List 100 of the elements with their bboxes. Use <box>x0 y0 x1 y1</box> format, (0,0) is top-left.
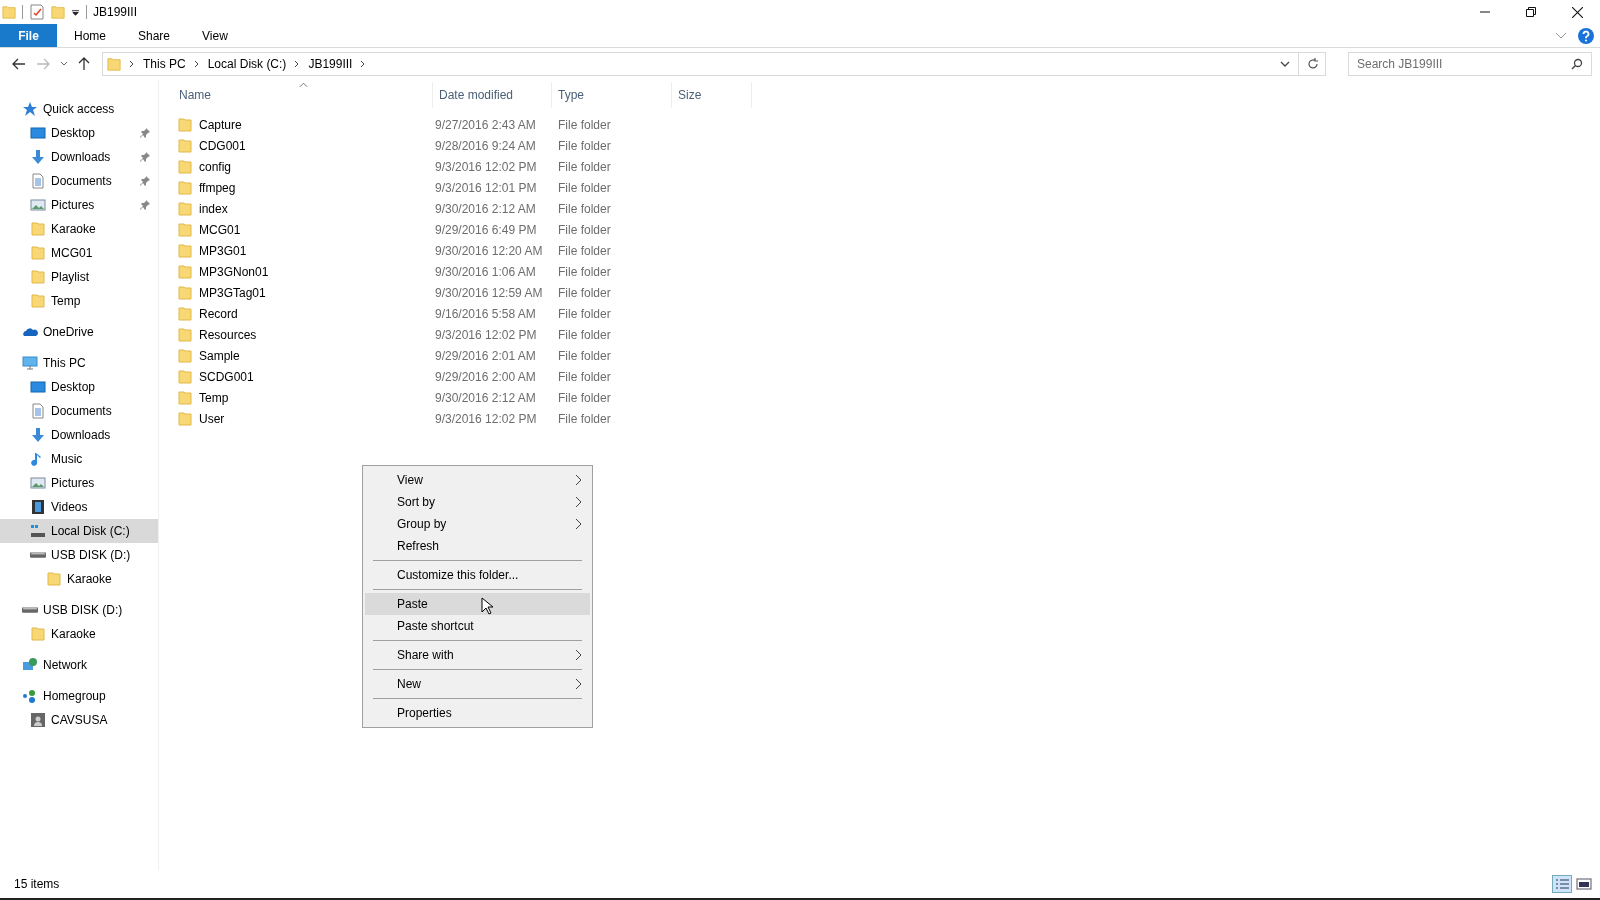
chevron-right-icon[interactable] <box>294 60 301 68</box>
sidebar-item[interactable]: Local Disk (C:) <box>0 519 158 543</box>
refresh-icon[interactable] <box>1307 58 1319 70</box>
sidebar-item[interactable]: This PC <box>0 351 158 375</box>
file-name[interactable]: Capture <box>199 117 242 132</box>
expand-ribbon-icon[interactable] <box>1556 32 1566 39</box>
ribbon-tab[interactable]: Home <box>59 24 121 47</box>
recent-caret-icon[interactable] <box>60 61 68 67</box>
file-name[interactable]: CDG001 <box>199 138 246 153</box>
folder-icon <box>177 200 193 217</box>
file-name[interactable]: Sample <box>199 348 240 363</box>
menu-item[interactable]: Group by <box>365 513 590 535</box>
folder-icon <box>177 305 193 322</box>
sidebar-item[interactable]: OneDrive <box>0 320 158 344</box>
date-cell: 9/16/2016 5:58 AM <box>435 306 536 321</box>
sidebar-item[interactable]: Karaoke <box>0 622 158 646</box>
file-name[interactable]: Resources <box>199 327 257 342</box>
menu-item[interactable]: View <box>365 469 590 491</box>
sidebar-item[interactable]: Homegroup <box>0 684 158 708</box>
sidebar-item[interactable]: USB DISK (D:) <box>0 598 158 622</box>
search-icon[interactable] <box>1571 58 1583 70</box>
up-arrow-icon[interactable] <box>78 57 90 71</box>
file-name[interactable]: Record <box>199 306 238 321</box>
file-name[interactable]: Temp <box>199 390 229 405</box>
address-bar[interactable]: This PC Local Disk (C:) JB199III <box>102 52 1326 76</box>
chevron-right-icon[interactable] <box>129 60 135 68</box>
sidebar-item[interactable]: Desktop <box>0 375 158 399</box>
menu-item[interactable]: New <box>365 673 590 695</box>
menu-item[interactable]: Share with <box>365 644 590 666</box>
chevron-right-icon[interactable] <box>193 60 200 68</box>
drive-icon <box>22 607 38 613</box>
column-header[interactable]: Name <box>173 82 433 108</box>
menu-item[interactable]: Customize this folder... <box>365 564 590 586</box>
file-name[interactable]: User <box>199 411 225 426</box>
column-header[interactable]: Size <box>672 82 752 108</box>
folder-icon <box>107 56 121 72</box>
sidebar-item[interactable]: Quick access <box>0 97 158 121</box>
sidebar-item[interactable]: Pictures <box>0 193 158 217</box>
sidebar-item[interactable]: Downloads <box>0 423 158 447</box>
desktop-icon <box>30 379 46 395</box>
sidebar-item[interactable]: CAVSUSA <box>0 708 158 732</box>
column-header[interactable]: Type <box>552 82 672 108</box>
back-arrow-icon[interactable] <box>12 58 26 70</box>
breadcrumb[interactable]: JB199III <box>308 57 353 71</box>
type-cell: File folder <box>558 306 611 321</box>
sidebar-item[interactable]: Documents <box>0 399 158 423</box>
menu-item[interactable]: Paste <box>365 593 590 615</box>
menu-item[interactable]: Refresh <box>365 535 590 557</box>
file-name[interactable]: index <box>199 201 228 216</box>
folder-icon <box>177 221 193 238</box>
sidebar-item[interactable]: Temp <box>0 289 158 313</box>
sidebar-item[interactable]: Documents <box>0 169 158 193</box>
large-icons-view-icon[interactable] <box>1576 877 1592 891</box>
chevron-right-icon[interactable] <box>360 60 367 68</box>
user-silhouette-icon <box>30 712 46 728</box>
close-icon[interactable] <box>1571 6 1583 18</box>
homegroup-icon <box>22 688 38 704</box>
file-tab[interactable]: File <box>0 24 57 47</box>
breadcrumb[interactable]: This PC <box>143 57 186 71</box>
help-icon[interactable] <box>1578 27 1594 44</box>
pin-icon[interactable] <box>140 128 150 138</box>
folder-icon <box>177 179 193 196</box>
sidebar-item[interactable]: Pictures <box>0 471 158 495</box>
menu-item[interactable]: Sort by <box>365 491 590 513</box>
column-header[interactable]: Date modified <box>433 82 552 108</box>
file-name[interactable]: ffmpeg <box>199 180 236 195</box>
type-cell: File folder <box>558 180 611 195</box>
file-name[interactable]: config <box>199 159 232 174</box>
dropdown-caret-icon[interactable] <box>71 7 80 17</box>
menu-item[interactable]: Properties <box>365 702 590 724</box>
pin-icon[interactable] <box>140 152 150 162</box>
history-caret-icon[interactable] <box>1280 61 1290 67</box>
pin-icon[interactable] <box>140 200 150 210</box>
sidebar-item[interactable]: Downloads <box>0 145 158 169</box>
file-name[interactable]: MP3GTag01 <box>199 285 266 300</box>
sidebar-item[interactable]: Music <box>0 447 158 471</box>
download-arrow-icon <box>30 149 46 165</box>
folder-icon <box>30 626 46 642</box>
file-name[interactable]: MP3GNon01 <box>199 264 269 279</box>
picture-icon <box>30 197 46 213</box>
ribbon-tab[interactable]: View <box>187 24 243 47</box>
menu-item[interactable]: Paste shortcut <box>365 615 590 637</box>
file-name[interactable]: MCG01 <box>199 222 241 237</box>
file-name[interactable]: SCDG001 <box>199 369 254 384</box>
sidebar-item[interactable]: Desktop <box>0 121 158 145</box>
sidebar-item[interactable]: Playlist <box>0 265 158 289</box>
properties-checklist-icon[interactable] <box>29 4 45 20</box>
sidebar-item[interactable]: USB DISK (D:) <box>0 543 158 567</box>
search-field[interactable]: Search JB199III <box>1348 52 1592 76</box>
pin-icon[interactable] <box>140 176 150 186</box>
file-name[interactable]: MP3G01 <box>199 243 247 258</box>
restore-icon[interactable] <box>1526 7 1536 17</box>
sidebar-item[interactable]: MCG01 <box>0 241 158 265</box>
ribbon-tab[interactable]: Share <box>123 24 186 47</box>
sidebar-item[interactable]: Karaoke <box>0 567 158 591</box>
sidebar-item[interactable]: Karaoke <box>0 217 158 241</box>
sidebar-item[interactable]: Videos <box>0 495 158 519</box>
folder-icon <box>46 571 62 587</box>
sidebar-item[interactable]: Network <box>0 653 158 677</box>
breadcrumb[interactable]: Local Disk (C:) <box>207 57 287 71</box>
